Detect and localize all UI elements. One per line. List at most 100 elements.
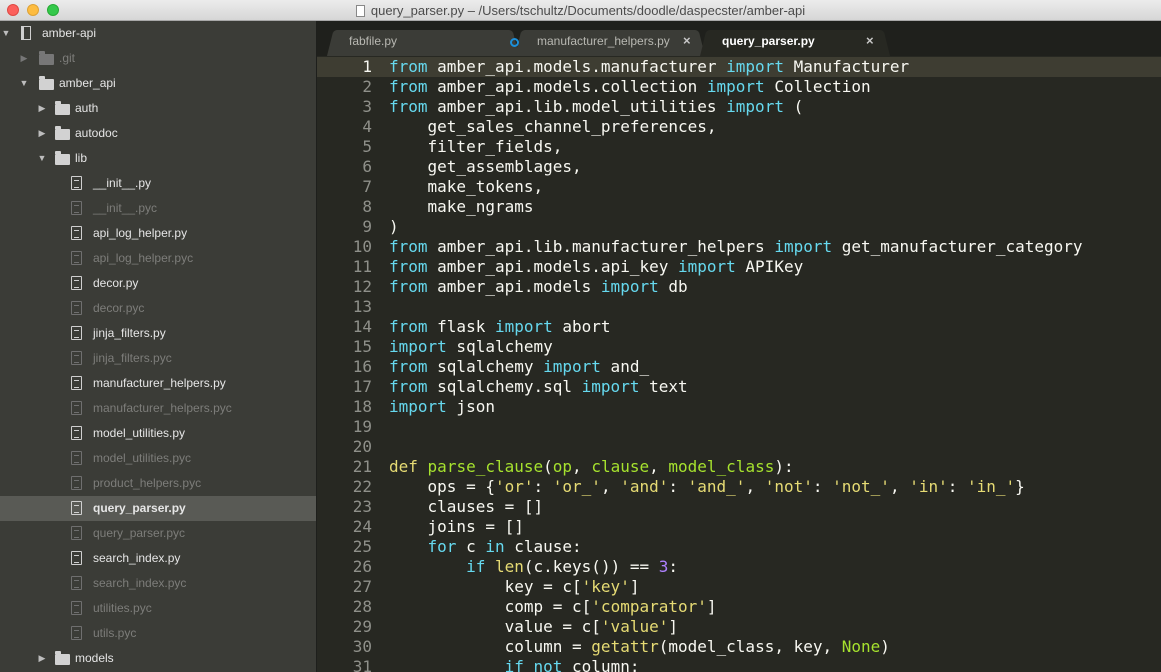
code-token: clause: [591, 457, 650, 476]
close-tab-icon[interactable]: ×: [866, 33, 874, 48]
code-token: from: [389, 317, 428, 336]
file-item[interactable]: product_helpers.pyc: [0, 471, 316, 496]
file-item[interactable]: api_log_helper.pyc: [0, 246, 316, 271]
code-token: comp = c[: [389, 597, 592, 616]
code-line[interactable]: comp = c['comparator']: [389, 597, 717, 617]
code-token: Collection: [764, 77, 871, 96]
code-token: import: [543, 357, 601, 376]
code-token: amber_api.models.manufacturer: [427, 57, 727, 76]
file-item[interactable]: __init__.pyc: [0, 196, 316, 221]
chevron-right-icon[interactable]: ▶: [37, 646, 47, 671]
tree-item-label: jinja_filters.pyc: [93, 351, 172, 365]
line-number: 17: [352, 377, 372, 396]
file-item[interactable]: query_parser.py: [0, 496, 316, 521]
chevron-down-icon[interactable]: ▼: [37, 146, 47, 171]
code-token: sqlalchemy: [427, 357, 544, 376]
code-line[interactable]: make_tokens,: [389, 177, 544, 197]
folder-item[interactable]: ▶ .git: [0, 46, 316, 71]
document-icon: [355, 5, 365, 17]
folder-item[interactable]: ▼ lib: [0, 146, 316, 171]
code-token: column:: [562, 657, 640, 672]
code-token: 'and': [620, 477, 669, 496]
code-line[interactable]: from amber_api.models.api_key import API…: [389, 257, 803, 277]
code-line[interactable]: from amber_api.models import db: [389, 277, 688, 297]
code-token: }: [1015, 477, 1025, 496]
code-line[interactable]: make_ngrams: [389, 197, 534, 217]
sidebar-file-tree: ▼ amber-api ▶ .git ▼ amber_api ▶ auth ▶ autodoc ▼ l…: [0, 21, 317, 672]
unsaved-indicator-icon[interactable]: [510, 38, 519, 47]
close-tab-icon[interactable]: ×: [683, 33, 691, 48]
tree-item-label: api_log_helper.pyc: [93, 251, 194, 265]
code-line[interactable]: get_assemblages,: [389, 157, 582, 177]
folder-item[interactable]: ▶ models: [0, 646, 316, 671]
code-token: :: [533, 477, 553, 496]
code-token: import: [581, 377, 640, 396]
code-editor[interactable]: 1 2 3 4 5 6 7 8 9 10 11 12 13 14 15 16 17 18 19 20 21 22 23 24 2…: [317, 56, 1161, 672]
folder-item[interactable]: ▶ auth: [0, 96, 316, 121]
code-line[interactable]: ops = {'or': 'or_', 'and': 'and_', 'not'…: [389, 477, 1025, 497]
code-line[interactable]: joins = []: [389, 517, 524, 537]
code-line[interactable]: from sqlalchemy.sql import text: [389, 377, 688, 397]
file-item[interactable]: model_utilities.py: [0, 421, 316, 446]
code-token: from: [389, 257, 428, 276]
file-item[interactable]: decor.py: [0, 271, 316, 296]
chevron-right-icon[interactable]: ▶: [37, 96, 47, 121]
code-line[interactable]: from amber_api.lib.model_utilities impor…: [389, 97, 803, 117]
file-item[interactable]: manufacturer_helpers.pyc: [0, 396, 316, 421]
file-item[interactable]: utilities.pyc: [0, 596, 316, 621]
code-line[interactable]: clauses = []: [389, 497, 544, 517]
code-line[interactable]: filter_fields,: [389, 137, 563, 157]
chevron-right-icon[interactable]: ▶: [37, 121, 47, 146]
file-icon: [71, 376, 82, 390]
folder-item[interactable]: ▼ amber_api: [0, 71, 316, 96]
code-token: ): [389, 217, 399, 236]
file-item[interactable]: query_parser.pyc: [0, 521, 316, 546]
code-line[interactable]: from flask import abort: [389, 317, 611, 337]
code-line[interactable]: if not column:: [389, 657, 640, 672]
tab-manufacturer-helpers-py[interactable]: manufacturer_helpers.py ×: [515, 28, 705, 56]
code-line[interactable]: from sqlalchemy import and_: [389, 357, 649, 377]
chevron-down-icon[interactable]: ▼: [1, 21, 11, 46]
file-item[interactable]: jinja_filters.py: [0, 321, 316, 346]
code-token: (c.keys()) ==: [523, 557, 659, 576]
code-token: sqlalchemy: [446, 337, 553, 356]
file-item[interactable]: __init__.py: [0, 171, 316, 196]
chevron-right-icon[interactable]: ▶: [19, 46, 29, 71]
file-item[interactable]: utils.pyc: [0, 621, 316, 646]
file-item[interactable]: model_utilities.pyc: [0, 446, 316, 471]
code-line[interactable]: if len(c.keys()) == 3:: [389, 557, 678, 577]
chevron-down-icon[interactable]: ▼: [19, 71, 29, 96]
code-line[interactable]: from amber_api.models.collection import …: [389, 77, 871, 97]
code-line[interactable]: key = c['key']: [389, 577, 640, 597]
file-item[interactable]: api_log_helper.py: [0, 221, 316, 246]
tab-query-parser-py[interactable]: query_parser.py ×: [700, 28, 890, 56]
folder-item[interactable]: ▼ amber-api: [0, 21, 316, 46]
code-line[interactable]: import json: [389, 397, 495, 417]
code-token: (: [783, 97, 804, 116]
code-token: text: [639, 377, 688, 396]
tree-item-label: utilities.pyc: [93, 601, 152, 615]
file-item[interactable]: search_index.py: [0, 546, 316, 571]
file-icon: [71, 276, 82, 290]
folder-item[interactable]: ▶ autodoc: [0, 121, 316, 146]
line-number: 23: [352, 497, 372, 516]
code-line[interactable]: def parse_clause(op, clause, model_class…: [389, 457, 794, 477]
tree-item-label: __init__.py: [93, 176, 152, 190]
code-line[interactable]: from amber_api.models.manufacturer impor…: [389, 57, 909, 77]
code-line[interactable]: from amber_api.lib.manufacturer_helpers …: [389, 237, 1083, 257]
code-token: getattr: [591, 637, 659, 656]
file-item[interactable]: decor.pyc: [0, 296, 316, 321]
code-line[interactable]: import sqlalchemy: [389, 337, 553, 357]
line-number: 30: [352, 637, 372, 656]
file-item[interactable]: search_index.pyc: [0, 571, 316, 596]
code-line[interactable]: column = getattr(model_class, key, None): [389, 637, 890, 657]
tab-fabfile-py[interactable]: fabfile.py: [327, 28, 519, 56]
code-line[interactable]: value = c['value']: [389, 617, 678, 637]
file-item[interactable]: manufacturer_helpers.py: [0, 371, 316, 396]
code-line[interactable]: ): [389, 217, 399, 237]
code-line[interactable]: for c in clause:: [389, 537, 582, 557]
line-number: 31: [352, 657, 372, 672]
code-line[interactable]: get_sales_channel_preferences,: [389, 117, 717, 137]
line-number: 13: [352, 297, 372, 316]
file-item[interactable]: jinja_filters.pyc: [0, 346, 316, 371]
